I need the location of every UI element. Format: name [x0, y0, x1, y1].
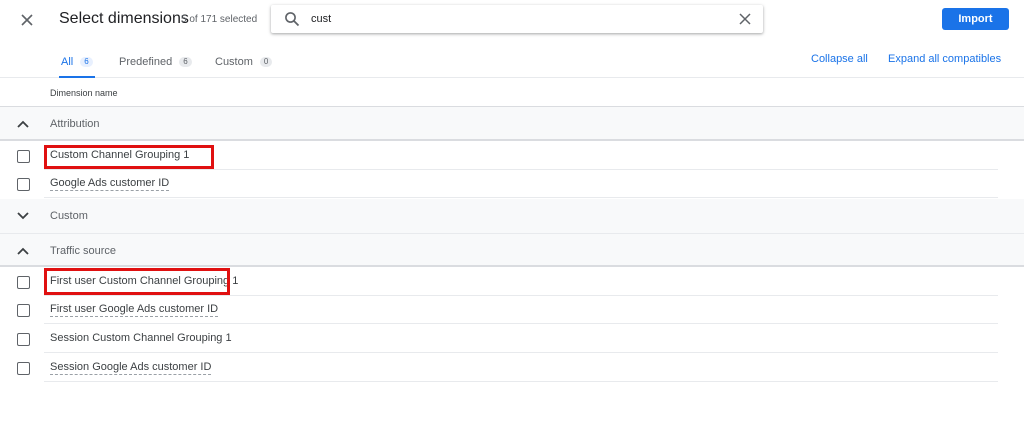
- list-item: Session Custom Channel Grouping 1: [0, 325, 1000, 353]
- tab-all[interactable]: All 6: [59, 46, 95, 78]
- item-checkbox[interactable]: [17, 150, 30, 163]
- tab-label: Predefined: [119, 55, 173, 68]
- clear-search-icon[interactable]: [737, 11, 753, 27]
- search-icon: [285, 12, 300, 27]
- list-item: Custom Channel Grouping 1: [0, 142, 1000, 170]
- chevron-up-icon: [17, 120, 29, 128]
- search-input[interactable]: [311, 9, 731, 29]
- group-label: Traffic source: [50, 245, 117, 257]
- item-label: Custom Channel Grouping 1: [50, 149, 190, 161]
- close-button[interactable]: [14, 8, 40, 32]
- tab-count-badge: 0: [259, 56, 273, 67]
- item-label: First user Custom Channel Grouping 1: [50, 275, 239, 287]
- item-label: Session Google Ads customer ID: [50, 361, 212, 375]
- list-item: First user Google Ads customer ID: [0, 296, 1000, 324]
- import-button[interactable]: Import: [942, 8, 1009, 30]
- item-checkbox[interactable]: [17, 178, 30, 191]
- tab-custom[interactable]: Custom 0: [215, 46, 273, 77]
- item-checkbox[interactable]: [17, 333, 30, 346]
- tab-count-badge: 6: [179, 56, 192, 67]
- tab-label: Custom: [215, 55, 253, 68]
- search-box: [271, 5, 763, 33]
- close-icon: [21, 14, 33, 26]
- expand-all-compatibles-link[interactable]: Expand all compatibles: [888, 53, 1001, 65]
- item-label: First user Google Ads customer ID: [50, 303, 219, 317]
- tab-bar: All 6 Predefined 6 Custom 0: [0, 46, 1024, 78]
- row-divider: [44, 381, 998, 382]
- group-custom[interactable]: Custom: [0, 199, 1024, 233]
- group-attribution[interactable]: Attribution: [0, 107, 1024, 141]
- group-traffic-source[interactable]: Traffic source: [0, 233, 1024, 267]
- item-checkbox[interactable]: [17, 304, 30, 317]
- list-item: Google Ads customer ID: [0, 170, 1000, 198]
- tab-count-badge: 6: [80, 56, 93, 67]
- item-checkbox[interactable]: [17, 362, 30, 375]
- item-checkbox[interactable]: [17, 276, 30, 289]
- item-label: Session Custom Channel Grouping 1: [50, 332, 232, 344]
- list-item: Session Google Ads customer ID: [0, 354, 1000, 382]
- selected-count: 5 of 171 selected: [181, 14, 258, 25]
- row-divider: [44, 197, 998, 198]
- column-header-label: Dimension name: [50, 88, 118, 98]
- collapse-all-link[interactable]: Collapse all: [811, 53, 868, 65]
- chevron-up-icon: [17, 247, 29, 255]
- row-divider: [44, 323, 998, 324]
- item-label: Google Ads customer ID: [50, 177, 170, 191]
- row-divider: [44, 352, 998, 353]
- group-label: Custom: [50, 210, 88, 222]
- tab-predefined[interactable]: Predefined 6: [119, 46, 192, 77]
- chevron-down-icon: [17, 212, 29, 220]
- tab-label: All: [61, 55, 74, 68]
- dialog-title: Select dimensions: [59, 10, 189, 27]
- dialog-header: Select dimensions 5 of 171 selected Impo…: [0, 0, 1024, 40]
- list-item: First user Custom Channel Grouping 1: [0, 268, 1000, 296]
- column-header: Dimension name: [0, 78, 1024, 107]
- group-label: Attribution: [50, 118, 100, 130]
